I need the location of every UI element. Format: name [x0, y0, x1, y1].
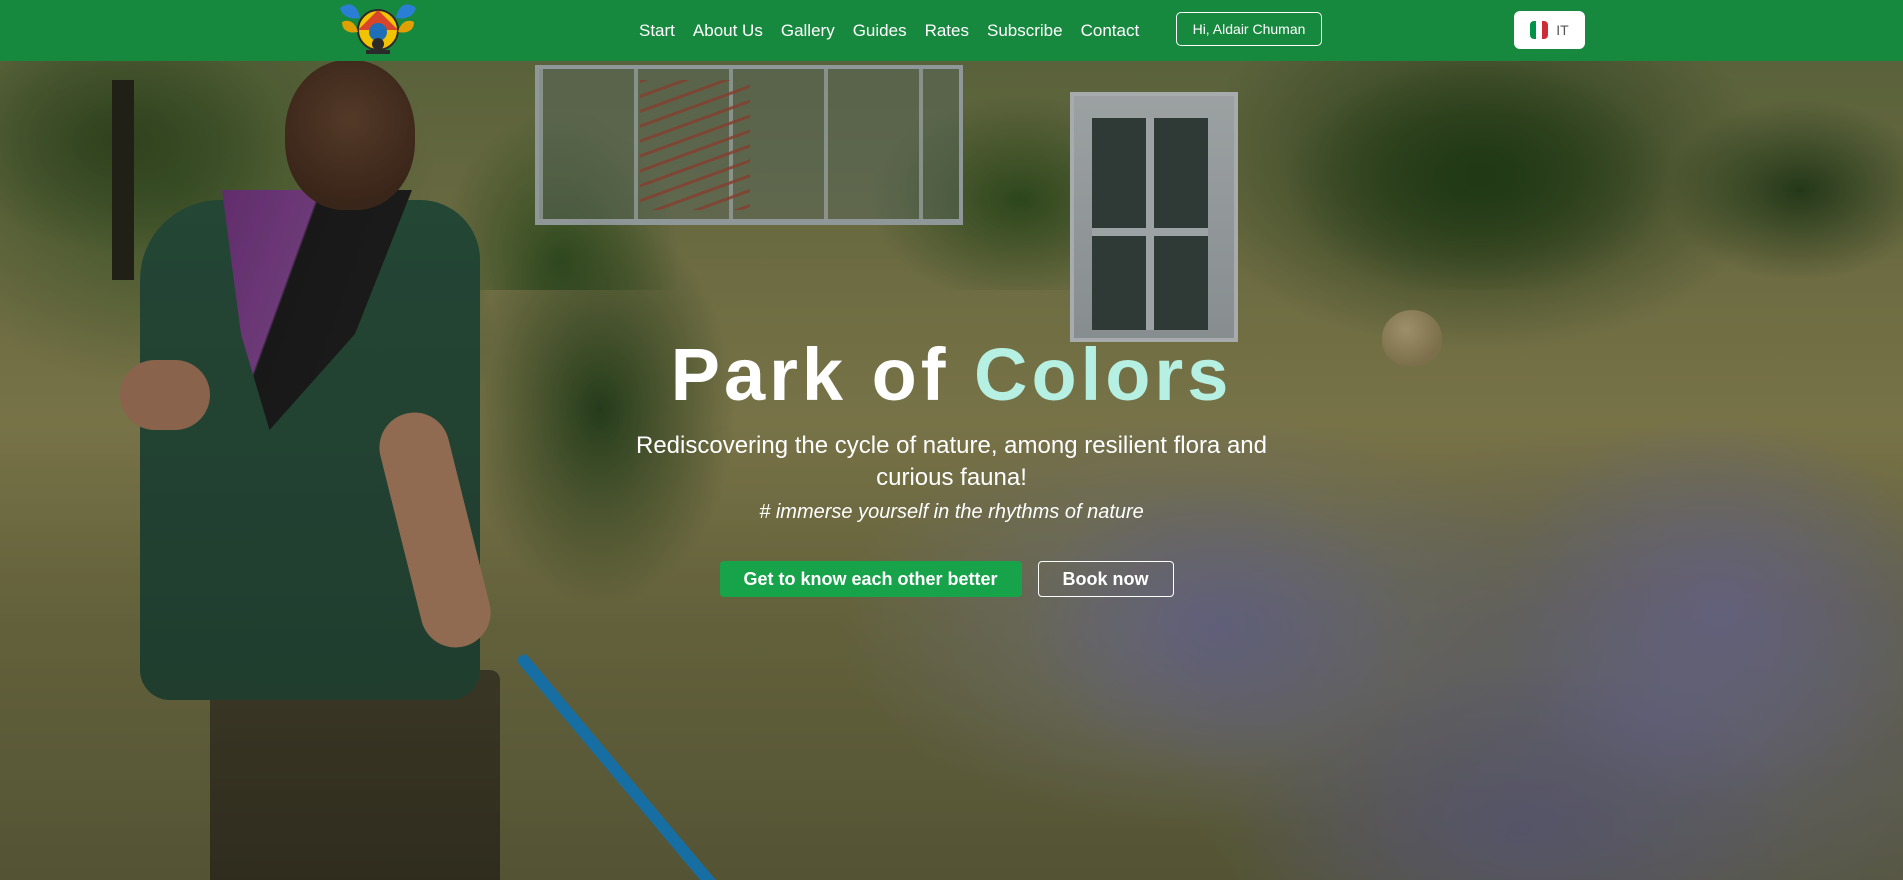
- language-switcher[interactable]: IT: [1514, 11, 1585, 49]
- site-logo[interactable]: [336, 0, 420, 56]
- get-to-know-button[interactable]: Get to know each other better: [719, 561, 1022, 597]
- nav-link-subscribe[interactable]: Subscribe: [978, 2, 1072, 60]
- italy-flag-icon: [1530, 21, 1549, 39]
- hero-tagline: # immerse yourself in the rhythms of nat…: [759, 501, 1144, 523]
- book-now-button[interactable]: Book now: [1037, 561, 1174, 597]
- main-navigation: Start About Us Gallery Guides Rates Subs…: [630, 0, 1148, 61]
- hero-buttons: Get to know each other better Book now: [0, 561, 1903, 597]
- hero-section: Park of Colors Rediscovering the cycle o…: [0, 330, 1903, 597]
- nav-link-rates[interactable]: Rates: [916, 2, 978, 60]
- language-code: IT: [1556, 22, 1569, 38]
- hero-subtitle: Rediscovering the cycle of nature, among…: [635, 432, 1267, 491]
- user-account-button[interactable]: Hi, Aldair Chuman: [1176, 12, 1322, 46]
- nav-link-about-us[interactable]: About Us: [684, 2, 772, 60]
- nav-link-gallery[interactable]: Gallery: [772, 2, 844, 60]
- nav-link-guides[interactable]: Guides: [844, 2, 916, 60]
- hero-title: Park of Colors: [0, 330, 1903, 420]
- nav-link-start[interactable]: Start: [630, 2, 684, 60]
- hero-title-accent: Colors: [974, 333, 1233, 416]
- nav-link-contact[interactable]: Contact: [1072, 2, 1149, 60]
- logo-icon: [340, 4, 416, 54]
- navbar: Start About Us Gallery Guides Rates Subs…: [0, 0, 1903, 61]
- hero-title-part1: Park of: [670, 333, 950, 416]
